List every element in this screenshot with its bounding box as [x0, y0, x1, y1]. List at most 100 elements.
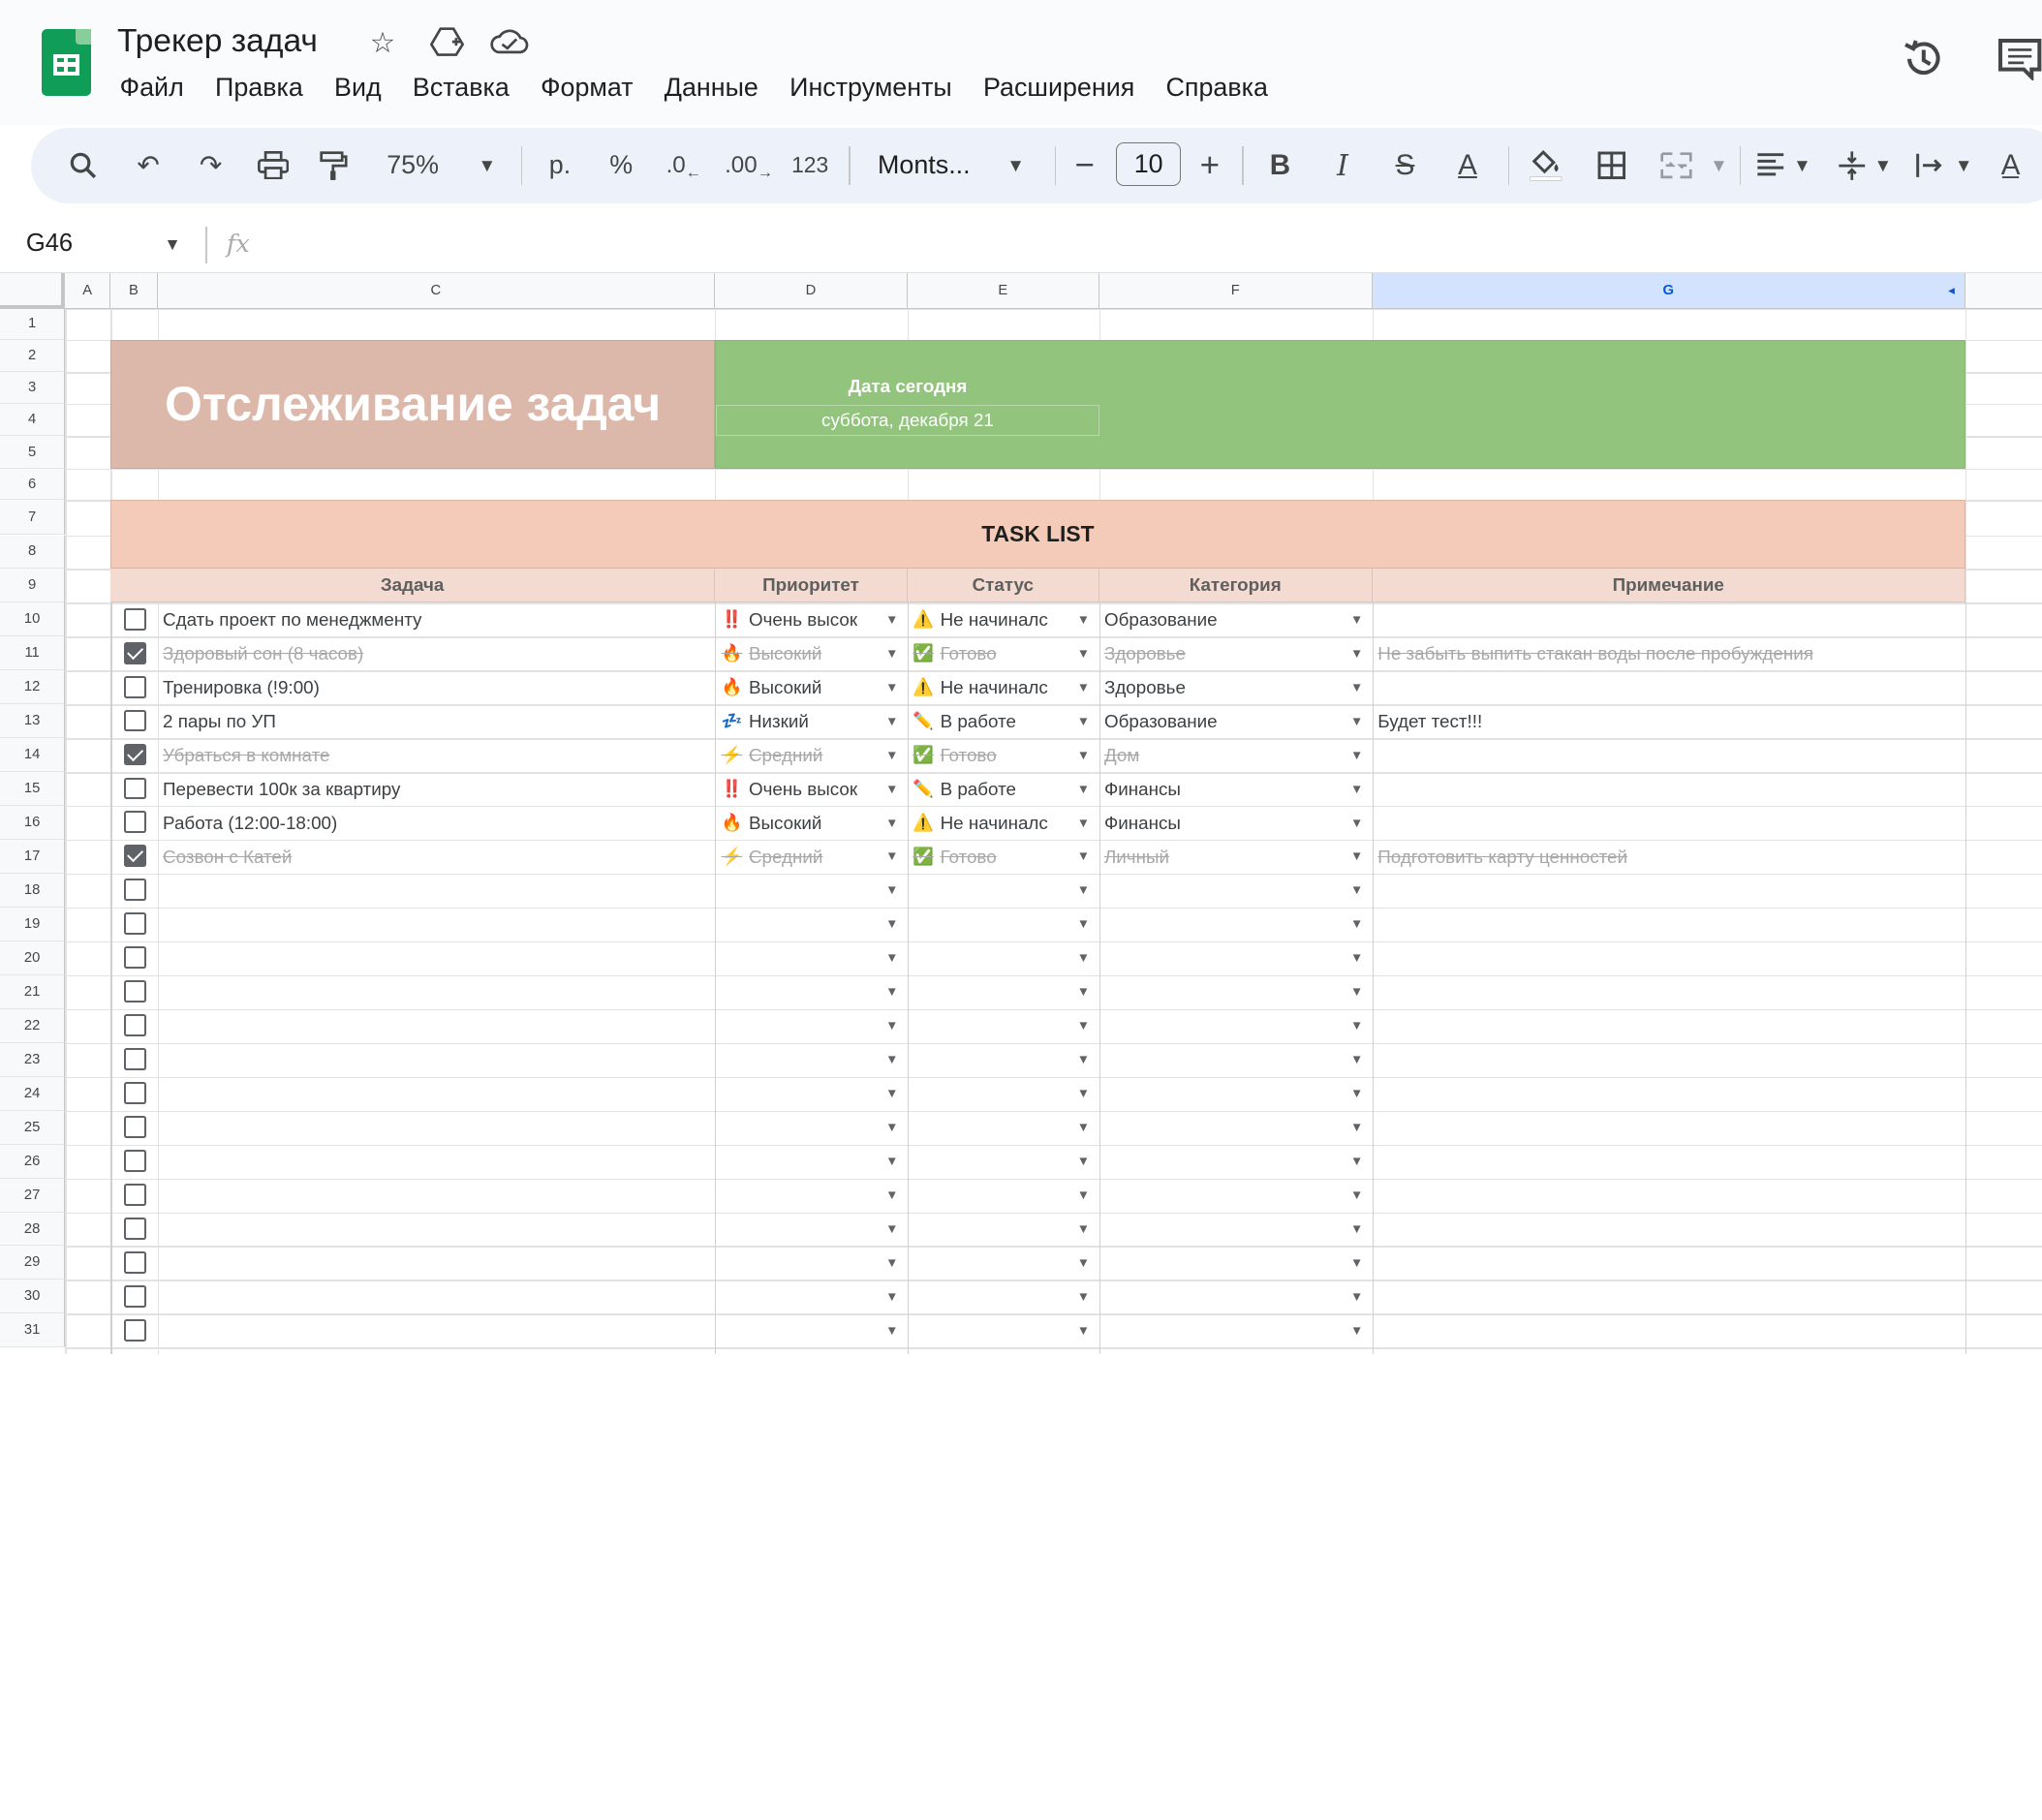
note-cell[interactable] — [1377, 772, 1959, 806]
name-box[interactable]: G46 — [26, 230, 73, 258]
text-rotation-icon[interactable]: A̲ — [1993, 143, 2029, 188]
note-cell[interactable] — [1377, 602, 1959, 636]
status-cell[interactable]: ✏️ В работе — [912, 704, 1073, 738]
dropdown-caret-icon[interactable]: ▼ — [1077, 782, 1090, 796]
dropdown-caret-icon[interactable]: ▼ — [1077, 1154, 1090, 1168]
dropdown-caret-icon[interactable]: ▼ — [1077, 1188, 1090, 1202]
valign-caret-icon[interactable]: ▼ — [1872, 143, 1894, 188]
comments-icon[interactable] — [1996, 37, 2042, 91]
task-name[interactable]: Работа (12:00-18:00) — [163, 806, 710, 840]
dropdown-caret-icon[interactable]: ▼ — [1077, 680, 1090, 694]
merge-cells-icon[interactable] — [1656, 143, 1695, 188]
row-header-29[interactable]: 29 — [0, 1246, 66, 1280]
dropdown-caret-icon[interactable]: ▼ — [1077, 882, 1090, 897]
row-header-10[interactable]: 10 — [0, 602, 66, 637]
row-header-2[interactable]: 2 — [0, 339, 66, 373]
search-menus-icon[interactable] — [65, 143, 102, 188]
row-header-3[interactable]: 3 — [0, 372, 66, 404]
task-checkbox[interactable] — [123, 1150, 146, 1172]
menu-view[interactable]: Вид — [334, 73, 382, 103]
paint-format-icon[interactable] — [315, 143, 352, 188]
row-header-16[interactable]: 16 — [0, 806, 66, 841]
dropdown-caret-icon[interactable]: ▼ — [1350, 848, 1363, 863]
number-format-button[interactable]: 123 — [789, 143, 831, 188]
task-checkbox[interactable] — [123, 743, 146, 766]
task-checkbox[interactable] — [123, 1284, 146, 1308]
row-header-6[interactable]: 6 — [0, 468, 66, 501]
status-cell[interactable]: ⚠️ Не начиналс — [912, 602, 1073, 636]
task-checkbox[interactable] — [123, 607, 146, 631]
task-checkbox[interactable] — [123, 980, 146, 1003]
menu-edit[interactable]: Правка — [215, 73, 303, 103]
row-header-9[interactable]: 9 — [0, 569, 66, 603]
task-checkbox[interactable] — [123, 1250, 146, 1274]
dropdown-caret-icon[interactable]: ▼ — [885, 816, 898, 830]
row-header-31[interactable]: 31 — [0, 1313, 66, 1348]
dropdown-caret-icon[interactable]: ▼ — [885, 916, 898, 931]
menu-file[interactable]: Файл — [120, 73, 184, 103]
menu-insert[interactable]: Вставка — [413, 73, 510, 103]
dropdown-caret-icon[interactable]: ▼ — [1350, 1154, 1363, 1168]
task-checkbox[interactable] — [123, 777, 146, 800]
task-name[interactable]: Здоровый сон (8 часов) — [163, 636, 710, 670]
category-cell[interactable]: Дом — [1104, 738, 1346, 772]
dropdown-caret-icon[interactable]: ▼ — [1350, 646, 1363, 661]
dropdown-caret-icon[interactable]: ▼ — [1077, 748, 1090, 762]
font-caret-icon[interactable]: ▼ — [1006, 143, 1027, 188]
column-header-a[interactable]: A — [65, 273, 111, 309]
dropdown-caret-icon[interactable]: ▼ — [885, 680, 898, 694]
move-to-drive-icon[interactable] — [429, 26, 464, 65]
dropdown-caret-icon[interactable]: ▼ — [1077, 916, 1090, 931]
increase-font-size-icon[interactable]: + — [1194, 143, 1225, 188]
task-checkbox[interactable] — [123, 1318, 146, 1342]
font-family-select[interactable]: Monts... — [878, 143, 982, 188]
dropdown-caret-icon[interactable]: ▼ — [885, 748, 898, 762]
note-cell[interactable] — [1377, 670, 1959, 704]
dropdown-caret-icon[interactable]: ▼ — [885, 612, 898, 627]
sheets-logo-icon[interactable] — [42, 28, 92, 97]
row-header-12[interactable]: 12 — [0, 670, 66, 705]
column-header-g[interactable]: G — [1372, 273, 1965, 309]
task-checkbox[interactable] — [123, 1217, 146, 1240]
row-header-24[interactable]: 24 — [0, 1076, 66, 1111]
category-cell[interactable]: Личный — [1104, 840, 1346, 874]
dropdown-caret-icon[interactable]: ▼ — [885, 1120, 898, 1134]
percent-format-button[interactable]: % — [605, 143, 636, 188]
row-header-22[interactable]: 22 — [0, 1008, 66, 1043]
dropdown-caret-icon[interactable]: ▼ — [885, 646, 898, 661]
dropdown-caret-icon[interactable]: ▼ — [1350, 882, 1363, 897]
dropdown-caret-icon[interactable]: ▼ — [1350, 816, 1363, 830]
row-header-11[interactable]: 11 — [0, 636, 66, 671]
task-checkbox[interactable] — [123, 1183, 146, 1206]
category-cell[interactable]: Здоровье — [1104, 636, 1346, 670]
dropdown-caret-icon[interactable]: ▼ — [1350, 714, 1363, 728]
dropdown-caret-icon[interactable]: ▼ — [1350, 748, 1363, 762]
borders-icon[interactable] — [1593, 143, 1630, 188]
column-header-f[interactable]: F — [1098, 273, 1373, 309]
dropdown-caret-icon[interactable]: ▼ — [885, 1221, 898, 1236]
italic-button[interactable]: I — [1325, 143, 1359, 188]
row-header-4[interactable]: 4 — [0, 403, 66, 437]
dropdown-caret-icon[interactable]: ▼ — [1350, 1052, 1363, 1066]
dropdown-caret-icon[interactable]: ▼ — [1350, 916, 1363, 931]
select-all-corner[interactable] — [0, 273, 66, 309]
status-cell[interactable]: ✏️ В работе — [912, 772, 1073, 806]
row-header-21[interactable]: 21 — [0, 974, 66, 1009]
dropdown-caret-icon[interactable]: ▼ — [885, 848, 898, 863]
task-checkbox[interactable] — [123, 946, 146, 970]
dropdown-caret-icon[interactable]: ▼ — [1077, 950, 1090, 965]
dropdown-caret-icon[interactable]: ▼ — [1077, 714, 1090, 728]
row-header-8[interactable]: 8 — [0, 535, 66, 570]
dropdown-caret-icon[interactable]: ▼ — [1077, 816, 1090, 830]
dropdown-caret-icon[interactable]: ▼ — [885, 1289, 898, 1304]
dropdown-caret-icon[interactable]: ▼ — [1350, 1255, 1363, 1270]
dropdown-caret-icon[interactable]: ▼ — [1350, 1221, 1363, 1236]
dropdown-caret-icon[interactable]: ▼ — [885, 882, 898, 897]
dropdown-caret-icon[interactable]: ▼ — [1350, 950, 1363, 965]
row-header-26[interactable]: 26 — [0, 1144, 66, 1179]
cloud-status-icon[interactable] — [489, 26, 529, 63]
dropdown-caret-icon[interactable]: ▼ — [885, 1052, 898, 1066]
row-header-17[interactable]: 17 — [0, 840, 66, 874]
dropdown-caret-icon[interactable]: ▼ — [1077, 1052, 1090, 1066]
decrease-font-size-icon[interactable]: − — [1069, 143, 1100, 188]
